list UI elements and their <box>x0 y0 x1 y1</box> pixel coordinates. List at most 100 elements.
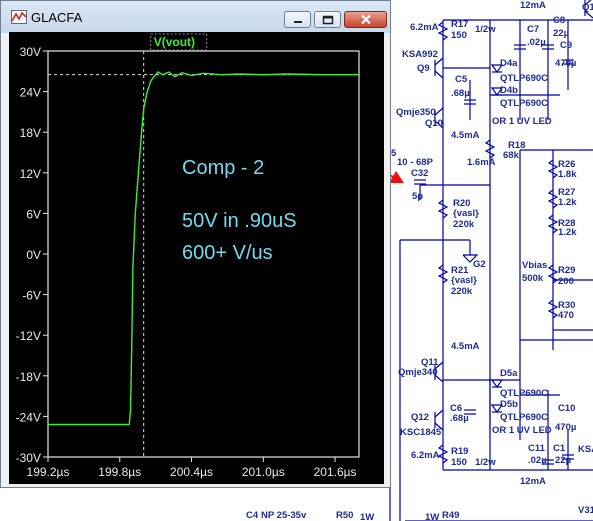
x-tick-label: 199.8µs <box>98 465 141 479</box>
schematic-label: 150 <box>451 457 467 468</box>
schematic-label: 68k <box>503 150 520 161</box>
schematic-label: .68µ <box>451 88 470 99</box>
schematic-label: Q9 <box>417 63 430 74</box>
schematic-label: NP 25-35v <box>261 510 307 521</box>
schematic-label: {vasl} <box>451 275 477 286</box>
y-tick-label: 12V <box>20 167 41 181</box>
schematic-label: C11 <box>528 443 546 454</box>
transistor-collector <box>434 409 444 418</box>
schematic-label: R17 <box>451 19 468 30</box>
schematic-label: R29 <box>558 265 575 276</box>
y-tick-label: -24V <box>16 410 41 424</box>
minimize-button[interactable] <box>284 11 311 28</box>
schematic-label: R49 <box>442 510 459 521</box>
trace-label: V(vout) <box>154 35 195 49</box>
y-tick-label: -12V <box>16 329 41 343</box>
schematic-label: QTLP690C <box>500 412 548 423</box>
schematic-label: 4.5mA <box>451 130 480 141</box>
schematic-label: 1.2k <box>558 197 577 208</box>
schematic-label: 4.5mA <box>451 341 480 352</box>
schematic-label: OR 1 UV LED <box>492 116 552 127</box>
x-tick-label: 199.2µs <box>27 465 70 479</box>
schematic-label: Q1 <box>582 2 593 13</box>
schematic-label: C32 <box>411 168 428 179</box>
schematic-label: C8 <box>553 15 565 26</box>
window-title: GLACFA <box>31 10 83 25</box>
schematic-label: 10 - 68P <box>397 157 434 168</box>
schematic-label: 500k <box>522 273 544 284</box>
schematic-label: D5a <box>500 368 518 379</box>
y-tick-label: -18V <box>16 370 41 384</box>
schematic-label: Q12 <box>411 412 429 423</box>
schematic-label: 1/2w <box>475 457 496 468</box>
y-tick-label: 18V <box>20 126 41 140</box>
y-tick-label: 6V <box>26 207 41 221</box>
schematic-label: {vasl} <box>453 208 479 219</box>
schematic-label: V31 <box>578 505 593 516</box>
schematic-label: KSC1845 <box>400 427 442 438</box>
schematic-label: 1.2k <box>558 227 577 238</box>
y-tick-label: -6V <box>22 289 41 303</box>
schematic-label: 220k <box>451 286 473 297</box>
schematic-label: .02µ <box>528 455 547 466</box>
schematic-label: 6.2mA <box>411 450 440 461</box>
schematic-label: QTLP690C <box>500 98 548 109</box>
x-tick-label: 200.4µs <box>170 465 213 479</box>
y-tick-label: 0V <box>26 248 41 262</box>
schematic-label: OR 1 UV LED <box>492 425 552 436</box>
title-bar[interactable]: GLACFA <box>1 1 390 33</box>
schematic-label: 12mA <box>520 0 546 11</box>
schematic-label: Q10 <box>425 118 443 129</box>
schematic-label: .68µ <box>450 413 469 424</box>
schematic-label: D4a <box>500 58 518 69</box>
schematic-label: 1/2w <box>475 24 496 35</box>
schematic-label: 22µ <box>555 455 571 466</box>
maximize-button[interactable] <box>314 11 341 28</box>
diode-symbol <box>490 379 504 389</box>
annotation-line-2: 600+ V/us <box>182 242 273 264</box>
schematic-label: D5b <box>500 399 518 410</box>
schematic-label: D4b <box>500 85 518 96</box>
maximize-icon <box>322 15 333 24</box>
schematic-label: C1 <box>553 443 566 454</box>
schematic-label: 5p <box>412 191 423 202</box>
x-tick-label: 201.6µs <box>314 465 357 479</box>
schematic-label: C10 <box>558 403 575 414</box>
schematic-label: Qmje340 <box>398 367 438 378</box>
schematic-label: 1W <box>360 512 374 521</box>
schematic-label: C4 <box>246 510 259 521</box>
transistor-collector <box>434 107 444 116</box>
schematic-label: 1W <box>425 512 439 521</box>
schematic-label: KSA992 <box>402 49 438 60</box>
waveform-plot[interactable]: 30V 24V 18V 12V 6V 0V -6V -12V -18V -24V -30V199.2… <box>9 32 384 484</box>
transistor-emitter <box>434 70 444 79</box>
schematic-label: 1.8k <box>558 169 577 180</box>
schematic-label: 22µ <box>553 28 569 39</box>
schematic-label: QTLP690C <box>500 388 548 399</box>
schematic-label: 470 <box>558 310 574 321</box>
annotation-title: Comp - 2 <box>182 157 264 179</box>
schematic-label: 12mA <box>520 476 546 487</box>
x-tick-label: 201.0µs <box>242 465 285 479</box>
schematic-label: 220k <box>453 219 475 230</box>
schematic-label: 470µ <box>555 58 576 69</box>
schematic-label: QTLP690C <box>500 73 548 84</box>
schematic-label: 200 <box>558 276 574 287</box>
schematic-label: C5 <box>455 74 468 85</box>
minimize-icon <box>293 20 302 23</box>
y-tick-label: 30V <box>20 45 41 59</box>
annotation-line-1: 50V in .90uS <box>182 210 297 232</box>
schematic-label: 1.6mA <box>467 157 496 168</box>
close-button[interactable] <box>344 11 387 28</box>
schematic-label: 6.2mA <box>410 22 439 33</box>
y-tick-label: 24V <box>20 86 41 100</box>
waveform-window[interactable]: GLACFA 30V 24V 18V 12V 6V 0V -6V -12V -18V -24V -3… <box>0 0 391 488</box>
schematic-label: C9 <box>560 40 572 51</box>
schematic-label: 470µ <box>555 422 576 433</box>
schematic-label: 150 <box>451 30 467 41</box>
y-tick-label: -30V <box>16 451 41 465</box>
schematic-label: .02µ <box>527 37 546 48</box>
schematic-label: G2 <box>473 259 486 270</box>
close-icon <box>360 14 371 25</box>
schematic-label: Qmje350 <box>396 107 436 118</box>
